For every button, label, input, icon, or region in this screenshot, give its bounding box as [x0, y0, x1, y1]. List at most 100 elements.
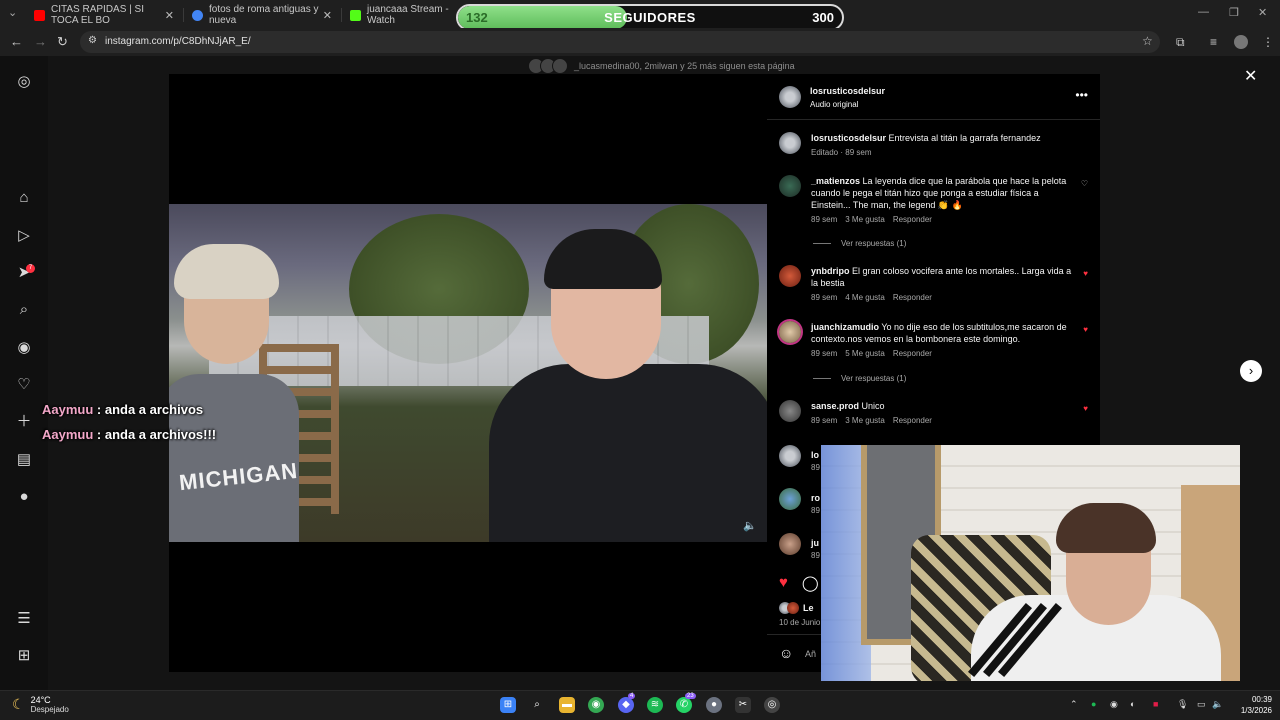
avatar[interactable] [779, 400, 801, 422]
comment-user[interactable]: ro [811, 493, 820, 503]
close-icon[interactable]: ✕ [165, 9, 174, 22]
moon-icon: ☾ [12, 696, 25, 712]
liked-heart-icon[interactable]: ♥ [1083, 325, 1088, 334]
followers-label: SEGUIDORES [604, 10, 696, 25]
menu-icon[interactable]: ⋮ [1262, 35, 1274, 49]
tab-search-icon[interactable]: ⌄ [8, 6, 17, 19]
tray-app-icon[interactable]: ◐ [1130, 699, 1135, 709]
comment-user[interactable]: juanchizamudio [811, 322, 879, 332]
liked-by-text[interactable]: Le [803, 603, 814, 613]
author-name[interactable]: losrusticosdelsur [810, 86, 885, 96]
avatar[interactable] [779, 321, 801, 343]
comment-likes[interactable]: 4 Me gusta [845, 293, 885, 302]
like-heart-icon[interactable]: ♡ [1081, 179, 1088, 188]
bookmark-star-icon[interactable]: ☆ [1142, 34, 1153, 48]
tab-google[interactable]: fotos de roma antiguas y nueva ✕ [184, 4, 340, 26]
back-icon[interactable]: ← [10, 34, 23, 49]
reading-list-icon[interactable]: ≡ [1210, 35, 1217, 49]
google-icon [192, 9, 203, 21]
like-heart-icon[interactable]: ♥ [779, 574, 788, 592]
comment-user[interactable]: _matienzos [811, 176, 860, 186]
view-replies[interactable]: Ver respuestas (1) [813, 374, 906, 383]
start-icon[interactable]: ⊞ [500, 697, 516, 713]
instagram-logo-icon[interactable]: ◎ [14, 72, 34, 92]
reels-icon[interactable]: ▷ [14, 226, 34, 246]
extensions-icon[interactable]: ⧉ [1176, 35, 1185, 50]
spotify-tray-icon[interactable]: ● [1091, 699, 1096, 709]
dashboard-icon[interactable]: ▤ [14, 450, 34, 470]
liked-by: Le [779, 602, 814, 614]
microphone-icon[interactable]: 🎙 [1177, 699, 1188, 710]
notifications-icon[interactable]: ♡ [14, 375, 34, 395]
emoji-icon[interactable]: ☺ [779, 645, 793, 661]
discord-icon[interactable]: ◆ [618, 697, 634, 713]
tray-chevron-icon[interactable]: ⌃ [1070, 699, 1078, 710]
tray-app-icon[interactable]: ◉ [1110, 699, 1118, 710]
reply-button[interactable]: Responder [893, 215, 932, 224]
avatar[interactable] [779, 488, 801, 510]
obs-icon[interactable]: ◎ [764, 697, 780, 713]
comment-likes[interactable]: 5 Me gusta [845, 349, 885, 358]
profile-icon[interactable]: ● [14, 487, 34, 507]
comment-likes[interactable]: 3 Me gusta [845, 416, 885, 425]
explore-icon[interactable]: ◉ [14, 338, 34, 358]
network-icon[interactable]: ▭ [1197, 699, 1206, 710]
avatar[interactable] [779, 175, 801, 197]
avatar[interactable] [779, 445, 801, 467]
home-icon[interactable]: ⌂ [14, 188, 34, 208]
capcut-icon[interactable]: ✂ [735, 697, 751, 713]
whatsapp-icon[interactable]: ✆ [676, 697, 692, 713]
comment-icon[interactable]: ◯ [802, 574, 819, 592]
spotify-icon[interactable]: ≋ [647, 697, 663, 713]
avatar[interactable] [779, 265, 801, 287]
volume-icon[interactable]: 🔈 [1212, 699, 1223, 710]
more-menu-icon[interactable]: ☰ [14, 609, 34, 629]
comment-time: 89 sem [811, 416, 838, 425]
chrome-icon[interactable]: ◉ [588, 697, 604, 713]
site-info-icon[interactable]: ⚙ [88, 35, 97, 46]
comment-user[interactable]: lo [811, 450, 819, 460]
minimize-icon[interactable]: — [1198, 6, 1209, 18]
more-options-icon[interactable]: ••• [1075, 88, 1088, 102]
system-clock[interactable]: 00:39 1/3/2026 [1226, 694, 1272, 716]
comment-likes[interactable]: 3 Me gusta [845, 215, 885, 224]
also-from-meta-icon[interactable]: ⊞ [14, 646, 34, 666]
profile-avatar[interactable] [1234, 35, 1248, 49]
maximize-icon[interactable]: ❐ [1229, 6, 1239, 19]
close-post-icon[interactable]: ✕ [1244, 66, 1257, 86]
tab-kick[interactable]: juancaaa Stream - Watch [342, 4, 462, 26]
comment-user[interactable]: ju [811, 538, 819, 548]
next-post-button[interactable]: › [1240, 360, 1262, 382]
avatar[interactable] [779, 132, 801, 154]
search-icon[interactable]: ⌕ [14, 300, 34, 320]
reply-button[interactable]: Responder [893, 293, 932, 302]
view-replies[interactable]: Ver respuestas (1) [813, 239, 906, 248]
weather-widget[interactable]: ☾ 24°C Despejado [12, 695, 69, 714]
reel-video[interactable]: MICHIGAN 🔈 [169, 74, 767, 672]
close-icon[interactable]: ✕ [323, 9, 332, 22]
add-comment-input[interactable]: Añ [805, 649, 816, 659]
author-avatar[interactable] [779, 86, 801, 108]
liked-heart-icon[interactable]: ♥ [1083, 269, 1088, 278]
window-close-icon[interactable]: ✕ [1258, 6, 1267, 19]
reload-icon[interactable]: ↻ [57, 34, 68, 50]
comment-user[interactable]: sanse.prod [811, 401, 859, 411]
forward-icon[interactable]: → [34, 34, 47, 49]
tray-app-icon[interactable]: ■ [1153, 699, 1158, 709]
search-icon[interactable]: ⌕ [529, 697, 545, 713]
comment-time: 89 sem [811, 293, 838, 302]
audio-label[interactable]: Audio original [810, 100, 858, 109]
address-bar[interactable]: ⚙ instagram.com/p/C8DhNJjAR_E/ ☆ [80, 31, 1160, 53]
reply-button[interactable]: Responder [893, 416, 932, 425]
create-icon[interactable]: ＋ [14, 412, 34, 432]
comment-user[interactable]: ynbdripo [811, 266, 850, 276]
reply-button[interactable]: Responder [893, 349, 932, 358]
file-explorer-icon[interactable]: ▬ [559, 697, 575, 713]
comment-user[interactable]: losrusticosdelsur [811, 133, 886, 143]
volume-icon[interactable]: 🔈 [743, 519, 757, 532]
liked-heart-icon[interactable]: ♥ [1083, 404, 1088, 413]
avatar[interactable] [779, 533, 801, 555]
tab-youtube[interactable]: CITAS RAPIDAS | SI TOCA EL BO ✕ [26, 4, 182, 26]
comment-time: 89 sem [811, 349, 838, 358]
app-icon[interactable]: ● [706, 697, 722, 713]
